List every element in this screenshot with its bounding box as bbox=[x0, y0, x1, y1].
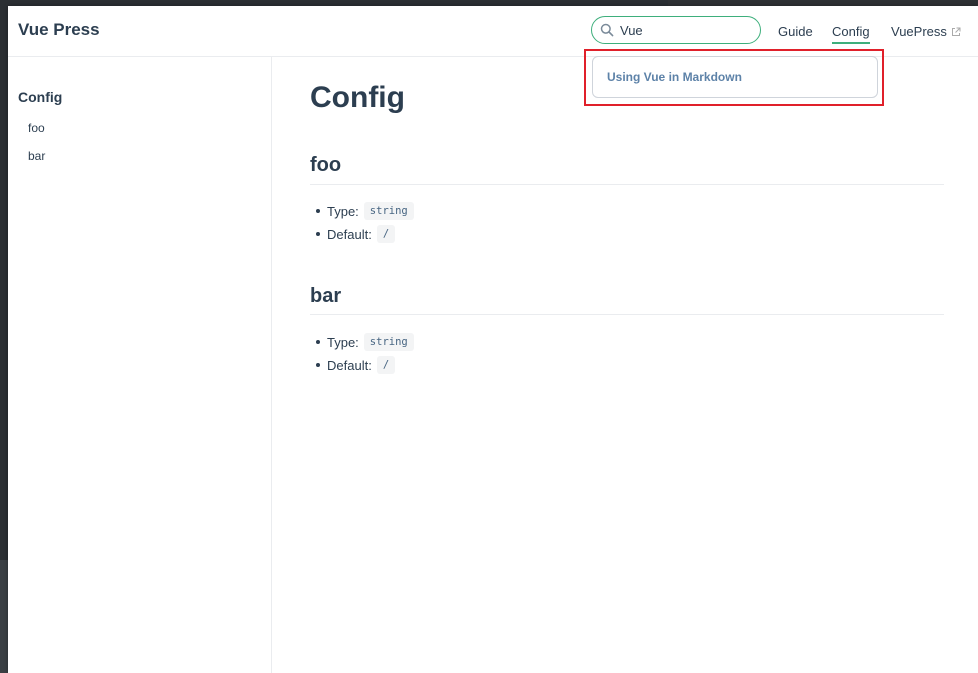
section-heading-bar: bar bbox=[310, 285, 342, 307]
list-item: Type: string bbox=[316, 202, 414, 220]
nav-link-vuepress-label: VuePress bbox=[891, 24, 947, 39]
bullet bbox=[316, 209, 320, 213]
prop-label: Default: bbox=[327, 226, 372, 242]
section-divider bbox=[310, 314, 944, 315]
browser-window: Vue Press Guide Config VuePress Using Vu… bbox=[8, 6, 978, 673]
bullet bbox=[316, 340, 320, 344]
nav-link-config[interactable]: Config bbox=[832, 24, 870, 44]
nav-link-guide[interactable]: Guide bbox=[778, 24, 813, 39]
sidebar: Config foo bar bbox=[8, 57, 272, 673]
section-heading-foo: foo bbox=[310, 154, 342, 176]
prop-value: / bbox=[376, 225, 396, 243]
search-box[interactable] bbox=[591, 16, 761, 44]
prop-value: string bbox=[363, 333, 414, 351]
prop-value: string bbox=[363, 202, 414, 220]
main-content: Config foo Type: string Default: / bar T… bbox=[272, 57, 978, 673]
navbar: Vue Press Guide Config VuePress bbox=[8, 6, 978, 57]
sidebar-heading[interactable]: Config bbox=[18, 89, 62, 105]
list-item: Type: string bbox=[316, 333, 414, 351]
search-input[interactable] bbox=[620, 21, 750, 39]
sidebar-item-bar[interactable]: bar bbox=[28, 149, 45, 163]
page-title: Config bbox=[310, 81, 405, 114]
list-item: Default: / bbox=[316, 356, 396, 374]
prop-label: Default: bbox=[327, 357, 372, 373]
prop-label: Type: bbox=[327, 203, 359, 219]
site-brand[interactable]: Vue Press bbox=[18, 20, 100, 40]
bullet bbox=[316, 232, 320, 236]
list-item: Default: / bbox=[316, 225, 396, 243]
section-divider bbox=[310, 184, 944, 185]
bullet bbox=[316, 363, 320, 367]
prop-label: Type: bbox=[327, 334, 359, 350]
sidebar-item-foo[interactable]: foo bbox=[28, 121, 45, 135]
external-link-icon bbox=[951, 27, 961, 36]
search-icon bbox=[600, 23, 614, 37]
nav-link-vuepress[interactable]: VuePress bbox=[891, 24, 961, 39]
prop-value: / bbox=[376, 356, 396, 374]
